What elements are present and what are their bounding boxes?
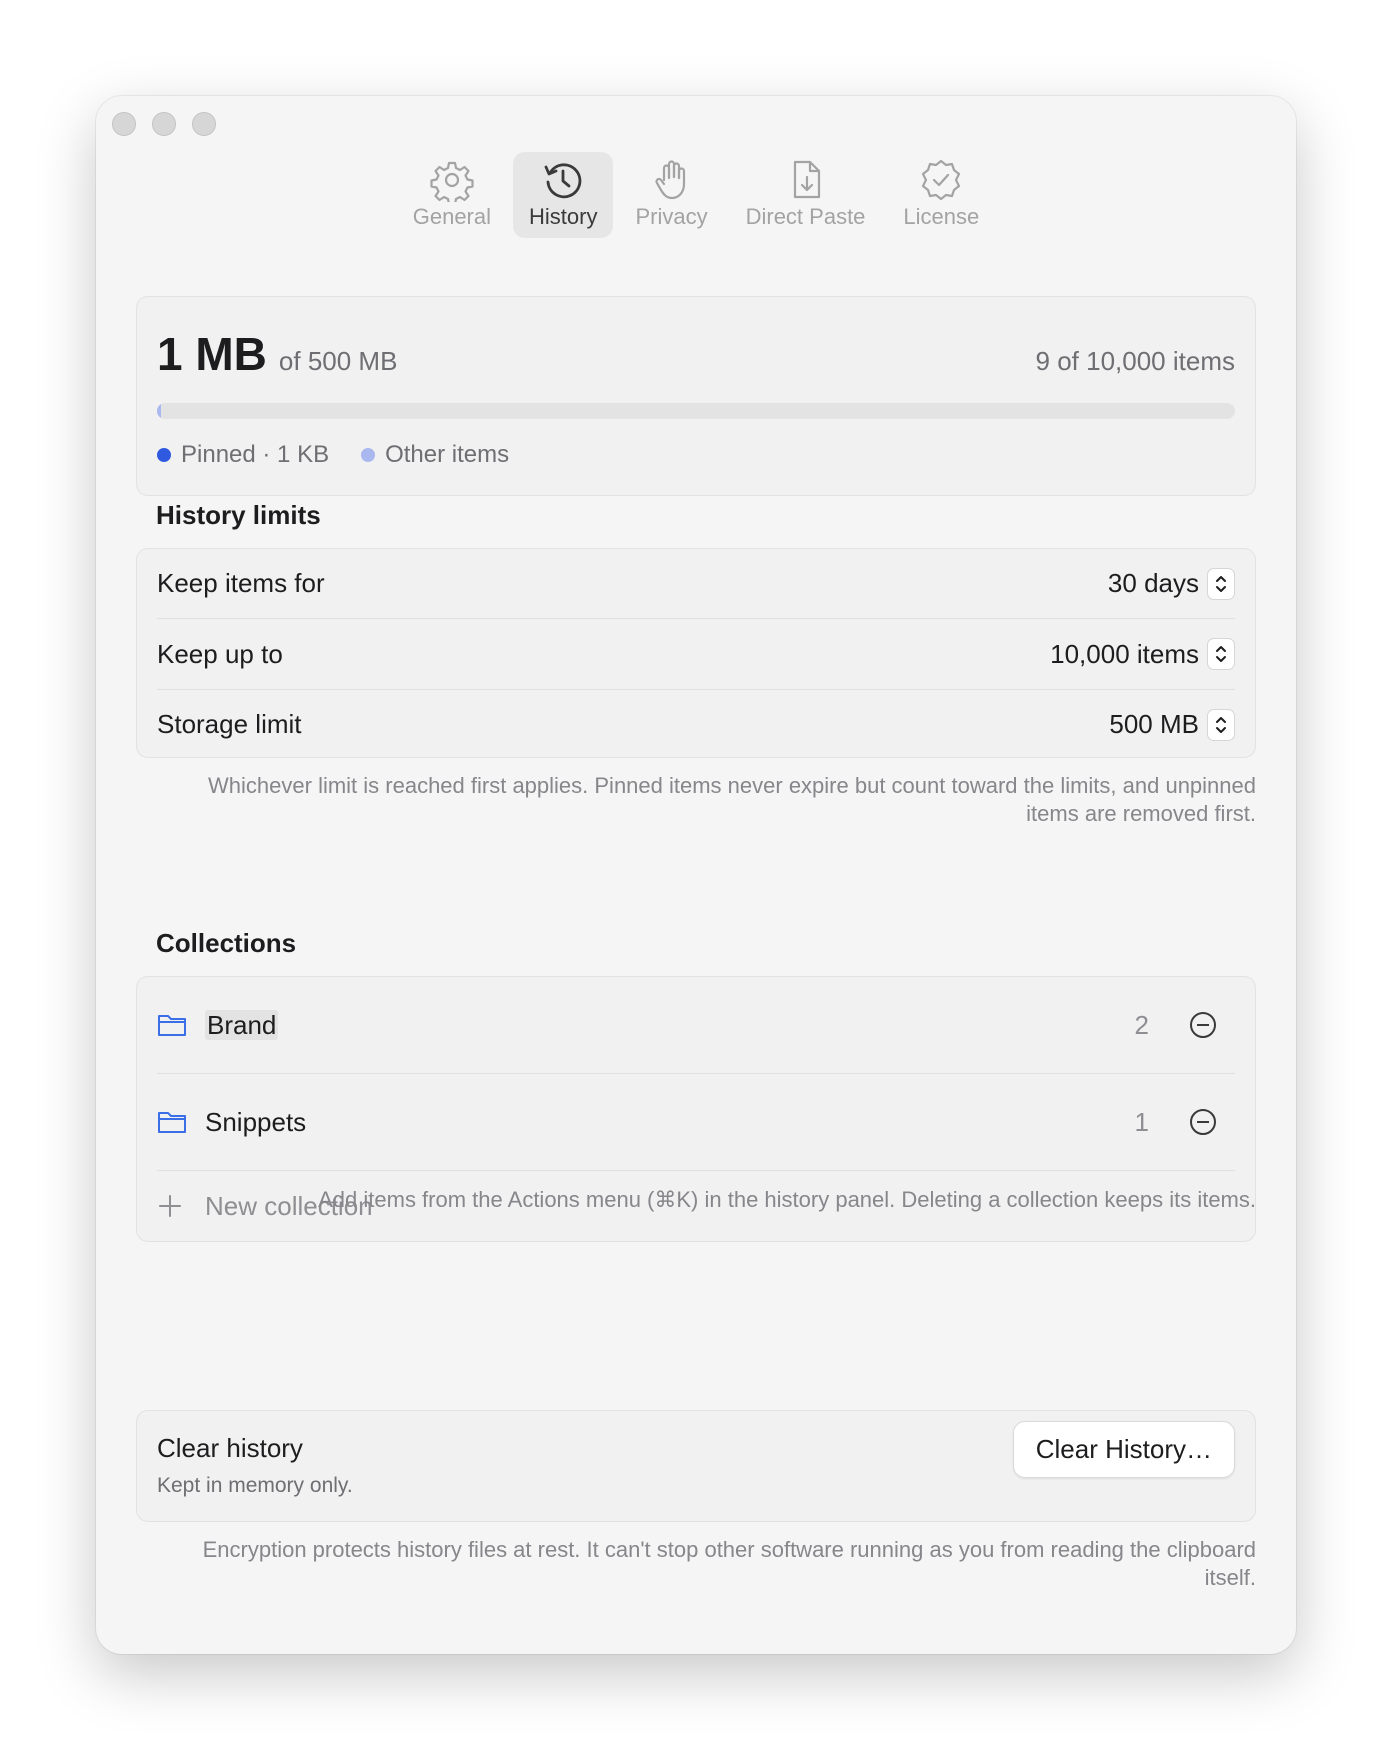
collection-row-brand[interactable]: Brand 2 <box>137 977 1255 1073</box>
tab-label: General <box>412 204 492 229</box>
row-label: Storage limit <box>157 709 302 739</box>
storage-progress-bar <box>157 403 1235 419</box>
chevron-up-down-icon <box>1216 716 1226 733</box>
tab-label: History <box>529 204 598 229</box>
tab-history[interactable]: History <box>513 152 614 238</box>
keep-items-for-row: Keep items for 30 days <box>137 549 1255 618</box>
minimize-window-button[interactable] <box>152 112 176 136</box>
collection-count: 1 <box>1134 1106 1149 1137</box>
history-limits-card: Keep items for 30 days Keep up to 10,000… <box>136 548 1256 758</box>
keep-up-to-row: Keep up to 10,000 items <box>137 619 1255 689</box>
clear-history-button[interactable]: Clear History… <box>1012 1421 1235 1478</box>
zoom-window-button[interactable] <box>192 112 216 136</box>
collections-note: Add items from the Actions menu (⌘K) in … <box>318 1187 1256 1212</box>
row-value: 10,000 items <box>1050 638 1199 669</box>
tab-license[interactable]: License <box>887 152 995 238</box>
remove-collection-icon[interactable] <box>1189 1108 1217 1136</box>
document-download-icon <box>793 160 820 199</box>
popup-stepper[interactable] <box>1207 708 1235 741</box>
encryption-note: Encryption protects history files at res… <box>202 1537 1256 1590</box>
storage-limit-popup[interactable]: 500 MB <box>1109 708 1235 741</box>
chevron-up-down-icon <box>1216 575 1226 592</box>
chevron-up-down-icon <box>1216 646 1226 662</box>
settings-window: General History Privacy Direct Paste Lic… <box>96 96 1296 1654</box>
legend-pinned: Pinned · 1 KB <box>157 441 329 469</box>
hand-icon <box>654 160 685 200</box>
collections-title: Collections <box>156 928 297 958</box>
tab-direct-paste[interactable]: Direct Paste <box>730 152 882 238</box>
legend-label: Pinned · 1 KB <box>181 441 330 468</box>
row-label: Keep up to <box>157 638 283 669</box>
tab-label: License <box>903 204 980 229</box>
window-controls <box>112 112 216 136</box>
folder-icon <box>158 1015 186 1036</box>
collection-name[interactable]: Snippets <box>205 1107 1135 1138</box>
close-window-button[interactable] <box>112 112 136 136</box>
tab-label: Privacy <box>635 204 708 229</box>
clear-history-card: Clear history Kept in memory only. Clear… <box>136 1410 1256 1522</box>
tab-general[interactable]: General <box>397 152 507 238</box>
row-value: 30 days <box>1107 568 1199 598</box>
storage-total: of 500 MB <box>278 346 398 376</box>
storage-usage-card: 1 MB of 500 MB 9 of 10,000 items Pinned … <box>136 296 1256 496</box>
clear-history-subtitle: Kept in memory only. <box>157 1474 353 1497</box>
storage-limit-row: Storage limit 500 MB <box>137 690 1255 759</box>
item-count: 9 of 10,000 items <box>1035 346 1235 376</box>
popup-stepper[interactable] <box>1207 638 1235 670</box>
row-value: 500 MB <box>1109 709 1199 739</box>
tab-label: Direct Paste <box>745 204 866 229</box>
folder-icon <box>158 1112 186 1133</box>
collection-row-snippets[interactable]: Snippets 1 <box>137 1074 1255 1170</box>
row-label: Keep items for <box>157 568 325 598</box>
preferences-toolbar: General History Privacy Direct Paste Lic… <box>96 152 1296 238</box>
keep-up-to-popup[interactable]: 10,000 items <box>1050 638 1235 670</box>
collection-count: 2 <box>1134 1009 1149 1040</box>
tab-privacy[interactable]: Privacy <box>619 152 723 238</box>
storage-progress-fill <box>157 403 162 419</box>
popup-stepper[interactable] <box>1207 567 1235 600</box>
keep-items-for-popup[interactable]: 30 days <box>1107 567 1235 600</box>
legend-dot-other <box>361 448 376 462</box>
storage-legend: Pinned · 1 KB Other items <box>157 441 1235 469</box>
history-limits-title: History limits <box>156 500 321 530</box>
gear-icon <box>430 161 474 202</box>
remove-collection-icon[interactable] <box>1189 1011 1217 1039</box>
collection-name[interactable]: Brand <box>205 1009 1135 1041</box>
checkmark-seal-icon <box>922 159 961 201</box>
legend-label: Other items <box>385 441 510 468</box>
history-limits-note: Whichever limit is reached first applies… <box>208 773 1256 826</box>
legend-other: Other items <box>361 441 509 469</box>
storage-used: 1 MB <box>157 328 267 380</box>
clear-history-title: Clear history <box>157 1433 303 1463</box>
clock-history-icon <box>544 163 582 199</box>
legend-dot-pinned <box>157 448 171 462</box>
